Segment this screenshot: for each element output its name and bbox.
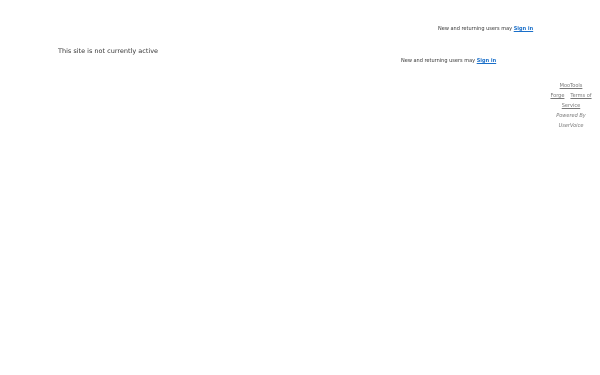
- footer-row-1: MooTools: [546, 81, 596, 91]
- inactive-site-message: This site is not currently active: [58, 47, 159, 55]
- main-signin-link[interactable]: Sign in: [477, 58, 496, 64]
- header-signin-prompt: New and returning users may: [438, 26, 513, 32]
- header-signin-link[interactable]: Sign in: [514, 26, 533, 32]
- main-signin-prompt: New and returning users may: [401, 58, 476, 64]
- brand-link-continued[interactable]: Forge: [550, 93, 564, 99]
- powered-by-label: Powered By: [556, 113, 586, 119]
- footer-row-3: Service: [546, 101, 596, 111]
- terms-link[interactable]: Terms of: [570, 93, 591, 99]
- page: New and returning users may Sign in This…: [0, 0, 600, 375]
- header-signin-bar: New and returning users may Sign in: [438, 26, 533, 33]
- footer-row-2: Forge Terms of: [546, 91, 596, 101]
- provider-name: UserVoice: [558, 123, 584, 129]
- footer-links: MooTools Forge Terms of Service Powered B…: [546, 81, 596, 131]
- brand-link[interactable]: MooTools: [560, 83, 583, 89]
- main-signin-bar: New and returning users may Sign in: [401, 58, 496, 65]
- terms-link-continued[interactable]: Service: [562, 103, 580, 109]
